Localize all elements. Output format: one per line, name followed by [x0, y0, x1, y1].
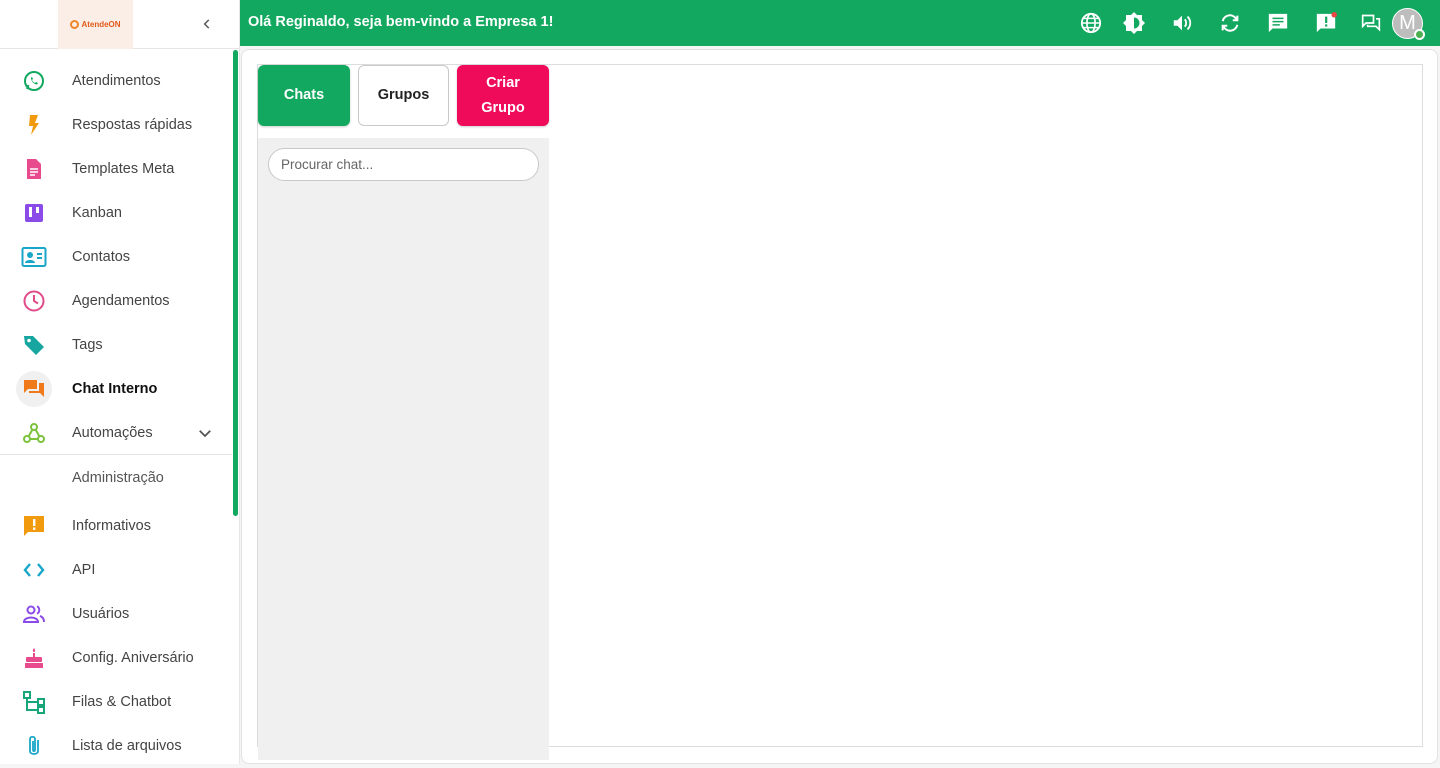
- sidebar-item-automacoes[interactable]: Automações: [0, 411, 232, 455]
- flash-icon: [20, 111, 48, 139]
- sidebar-item-filas-chatbot[interactable]: Filas & Chatbot: [0, 680, 232, 724]
- search-chat-input[interactable]: [268, 148, 539, 181]
- sidebar-item-contatos[interactable]: Contatos: [0, 235, 232, 279]
- create-group-label: Criar Grupo: [481, 71, 525, 121]
- create-group-label-line1: Criar: [486, 74, 520, 91]
- sidebar-item-label: Config. Aniversário: [72, 650, 194, 666]
- sidebar-item-usuarios[interactable]: Usuários: [0, 592, 232, 636]
- clock-icon: [20, 287, 48, 315]
- webhook-icon: [20, 419, 48, 447]
- sidebar-item-label: Lista de arquivos: [72, 738, 182, 754]
- sidebar-item-label: Kanban: [72, 205, 122, 221]
- sidebar-scrollbar[interactable]: [233, 50, 238, 516]
- flowchart-icon: [20, 688, 48, 716]
- sync-icon[interactable]: [1218, 11, 1242, 35]
- create-group-button[interactable]: Criar Grupo: [457, 65, 549, 126]
- internal-chat-icon[interactable]: [1359, 11, 1383, 35]
- chevron-left-icon: [203, 19, 210, 29]
- sidebar-item-config-aniversario[interactable]: Config. Aniversário: [0, 636, 232, 680]
- logo-text: AtendeON: [81, 20, 121, 29]
- whatsapp-icon: [20, 67, 48, 95]
- kanban-icon: [20, 199, 48, 227]
- collapse-sidebar-button[interactable]: [196, 12, 218, 36]
- forum-icon: [16, 371, 52, 407]
- sidebar-item-label: Respostas rápidas: [72, 117, 193, 133]
- sidebar-item-atendimentos[interactable]: Atendimentos: [0, 59, 232, 103]
- alert-icon[interactable]: [1314, 11, 1338, 35]
- cake-icon: [20, 644, 48, 672]
- contact-card-icon: [20, 243, 48, 271]
- globe-icon[interactable]: [1079, 11, 1103, 35]
- chat-icon[interactable]: [1266, 11, 1290, 35]
- top-bar: Olá Reginaldo, seja bem-vindo a Empresa …: [240, 0, 1440, 46]
- volume-icon[interactable]: [1170, 11, 1194, 35]
- tab-chats[interactable]: Chats: [258, 65, 350, 126]
- sidebar-item-informativos[interactable]: Informativos: [0, 504, 232, 548]
- online-status-badge: [1414, 29, 1425, 40]
- create-group-label-line2: Grupo: [481, 99, 525, 116]
- code-icon: [20, 556, 48, 584]
- tag-icon: [20, 331, 48, 359]
- sidebar-item-chat-interno[interactable]: Chat Interno: [0, 367, 232, 411]
- logo-mark-icon: [70, 20, 80, 29]
- sidebar-item-api[interactable]: API: [0, 548, 232, 592]
- sidebar: AtendeON Atendimentos Respostas rápidas …: [0, 0, 240, 764]
- logo[interactable]: AtendeON: [58, 0, 133, 49]
- paperclip-icon: [20, 732, 48, 760]
- tab-grupos[interactable]: Grupos: [358, 65, 449, 126]
- sidebar-item-label: Chat Interno: [72, 381, 158, 397]
- sidebar-item-templates-meta[interactable]: Templates Meta: [0, 147, 232, 191]
- sidebar-item-label: Atendimentos: [72, 73, 161, 89]
- section-title-administracao: Administração: [72, 470, 164, 486]
- chat-list: [258, 138, 549, 760]
- sidebar-item-label: Contatos: [72, 249, 131, 265]
- sidebar-item-label: Agendamentos: [72, 293, 170, 309]
- sidebar-item-label: Tags: [72, 337, 103, 353]
- sidebar-item-tags[interactable]: Tags: [0, 323, 232, 367]
- sidebar-item-respostas-rapidas[interactable]: Respostas rápidas: [0, 103, 232, 147]
- sidebar-item-kanban[interactable]: Kanban: [0, 191, 232, 235]
- users-icon: [20, 600, 48, 628]
- sidebar-item-label: API: [72, 562, 96, 578]
- sidebar-item-label: Usuários: [72, 606, 130, 622]
- sidebar-item-agendamentos[interactable]: Agendamentos: [0, 279, 232, 323]
- sidebar-item-label: Templates Meta: [72, 161, 175, 177]
- announcement-icon: [20, 512, 48, 540]
- sidebar-divider: [0, 454, 232, 455]
- sidebar-item-lista-arquivos[interactable]: Lista de arquivos: [0, 724, 232, 768]
- logo-bar: AtendeON: [0, 0, 239, 49]
- sidebar-item-label: Automações: [72, 425, 153, 441]
- document-icon: [20, 155, 48, 183]
- greeting-text: Olá Reginaldo, seja bem-vindo a Empresa …: [248, 14, 554, 30]
- chevron-down-icon[interactable]: [196, 424, 214, 442]
- sidebar-item-label: Informativos: [72, 518, 151, 534]
- sidebar-item-label: Filas & Chatbot: [72, 694, 172, 710]
- brightness-icon[interactable]: [1122, 11, 1146, 35]
